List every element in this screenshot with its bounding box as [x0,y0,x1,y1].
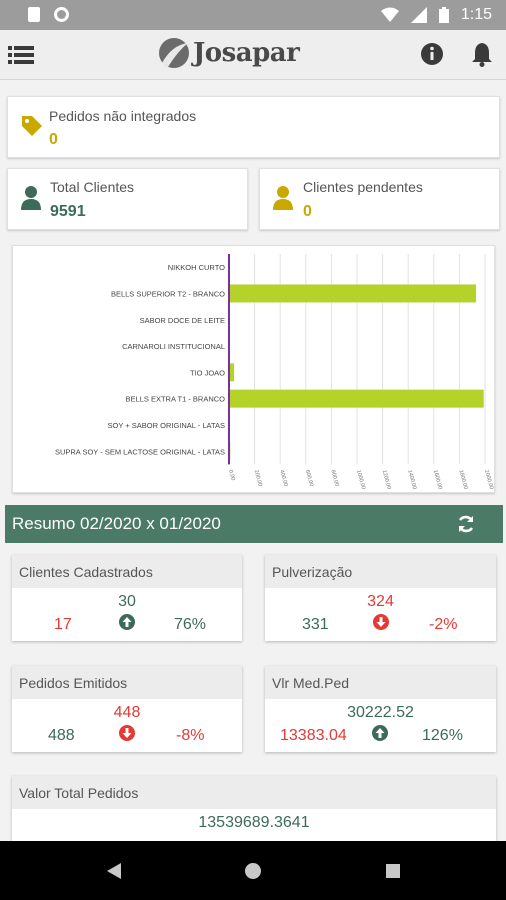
tick-label: 1000,00 [355,469,366,490]
sim-card-icon [28,7,40,22]
tick-label: 0,00 [227,469,236,481]
pedidos-nao-integrados-card[interactable]: Pedidos não integrados 0 [7,96,500,158]
clientes-cadastrados-label: Clientes Cadastrados [19,564,153,580]
app-logo: Josapar [158,37,300,69]
pedidos-nao-integrados-value: 0 [49,131,58,148]
info-icon[interactable] [420,42,444,66]
signal-icon [410,7,427,23]
notification-dot-icon [54,7,69,22]
total-clientes-label: Total Clientes [50,179,135,195]
clock: 1:15 [460,6,492,23]
pulverizacao-previous: 331 [302,616,329,633]
total-clientes-card[interactable]: Total Clientes 9591 [7,168,248,230]
clientes-cadastrados-variation: 76% [174,616,207,633]
pulverizacao-variation: -2% [429,616,458,633]
tick-label: 2000,00 [483,469,494,490]
resumo-title: Resumo 02/2020 x 01/2020 [12,514,221,533]
pulverizacao-label: Pulverização [272,564,353,580]
app-bar: Josapar [0,30,506,80]
category-label: NIKKOH CURTO [168,263,225,272]
tick-label: 1600,00 [432,469,443,490]
status-bar: 1:15 [0,0,506,30]
category-label: SUPRA SOY - SEM LACTOSE ORIGINAL - LATAS [55,447,225,456]
category-label: BELLS EXTRA T1 - BRANCO [126,395,226,404]
pedidos-emitidos-label: Pedidos Emitidos [19,675,128,691]
valor-total-pedidos-current: 13539689.3641 [198,814,310,831]
vlr-med-ped-variation: 126% [422,727,463,744]
vlr-med-ped-previous: 13383.04 [280,727,347,744]
products-bar-chart: NIKKOH CURTO BELLS SUPERIOR T2 - BRANCO SA… [55,254,494,490]
resumo-header: Resumo 02/2020 x 01/2020 [5,505,503,543]
category-label: CARNAROLI INSTITUCIONAL [122,342,225,351]
category-label: SOY + SABOR ORIGINAL - LATAS [108,421,225,430]
home-icon[interactable] [244,862,262,880]
vlr-med-ped-current: 30222.52 [347,704,414,721]
pedidos-emitidos-card[interactable]: Pedidos Emitidos 448 488 -8% [12,666,242,752]
bell-icon[interactable] [470,41,494,67]
total-clientes-value: 9591 [50,203,86,220]
clientes-pendentes-card[interactable]: Clientes pendentes 0 [259,168,500,230]
pulverizacao-current: 324 [367,593,394,610]
category-label: TIO JOAO [190,368,225,377]
back-icon[interactable] [106,862,122,880]
pulverizacao-card[interactable]: Pulverização 324 331 -2% [265,555,496,641]
pedidos-nao-integrados-label: Pedidos não integrados [49,108,197,124]
tick-label: 800,00 [329,469,339,487]
clientes-cadastrados-previous: 17 [54,616,72,633]
person-icon [21,186,41,210]
clientes-cadastrados-card[interactable]: Clientes Cadastrados 30 17 76% [12,555,242,641]
bar [229,389,484,408]
person-icon [273,186,293,210]
recents-icon[interactable] [385,863,401,879]
arrow-up-circle-icon [119,614,135,630]
category-label: BELLS SUPERIOR T2 - BRANCO [111,289,225,298]
tick-label: 1200,00 [381,469,392,490]
pedidos-emitidos-previous: 488 [48,727,75,744]
clientes-cadastrados-current: 30 [118,593,136,610]
tick-label: 400,00 [278,469,288,487]
pedidos-emitidos-variation: -8% [176,727,205,744]
tick-label: 1400,00 [406,469,417,490]
pedidos-emitidos-current: 448 [113,704,141,721]
app-title: Josapar [193,38,300,68]
vlr-med-ped-label: Vlr Med.Ped [272,675,350,691]
josapar-logo-icon [159,38,189,68]
bar [229,284,477,303]
products-chart-card: NIKKOH CURTO BELLS SUPERIOR T2 - BRANCO SA… [12,245,495,493]
menu-list-icon[interactable] [8,44,34,66]
wifi-icon [380,7,399,22]
category-label: SABOR DOCE DE LEITE [140,316,225,325]
tick-label: 200,00 [253,469,263,487]
arrow-down-circle-icon [119,725,135,741]
tick-label: 1800,00 [457,469,468,490]
clientes-pendentes-value: 0 [303,203,312,220]
tag-icon [22,116,42,136]
clientes-pendentes-label: Clientes pendentes [303,179,423,195]
valor-total-pedidos-label: Valor Total Pedidos [19,785,139,801]
arrow-up-circle-icon [372,725,388,741]
tick-label: 600,00 [304,469,314,487]
vlr-med-ped-card[interactable]: Vlr Med.Ped 30222.52 13383.04 126% [265,666,496,752]
system-nav-bar [0,841,506,900]
arrow-down-circle-icon [373,614,389,630]
refresh-icon[interactable] [456,514,476,534]
battery-icon [438,7,449,23]
